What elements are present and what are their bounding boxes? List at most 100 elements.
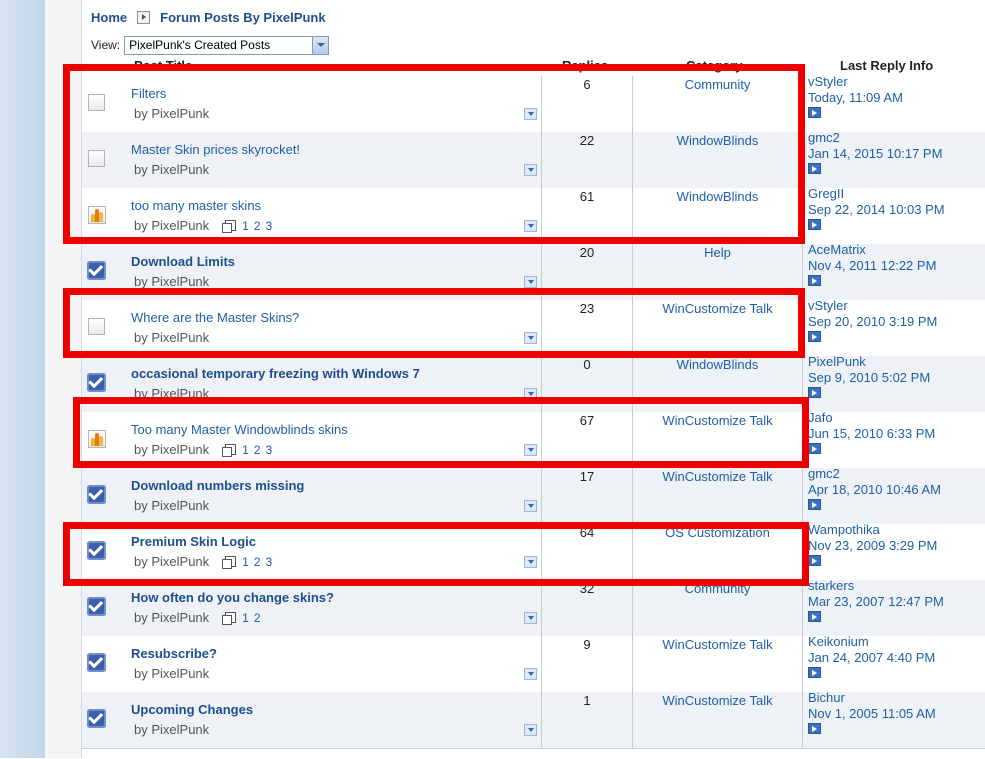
last-reply-user[interactable]: Jafo bbox=[808, 410, 833, 425]
last-reply-date: Today, 11:09 AM bbox=[808, 90, 903, 105]
goto-last-post-icon[interactable] bbox=[808, 219, 821, 230]
goto-last-post-icon[interactable] bbox=[808, 611, 821, 622]
preview-dropdown-icon[interactable] bbox=[524, 556, 537, 568]
post-author[interactable]: by PixelPunk bbox=[134, 610, 209, 625]
table-row: Premium Skin Logic by PixelPunk 1 2 3 64 OS Cu… bbox=[82, 522, 985, 580]
preview-dropdown-icon[interactable] bbox=[524, 500, 537, 512]
post-author[interactable]: by PixelPunk bbox=[134, 554, 209, 569]
preview-dropdown-icon[interactable] bbox=[524, 164, 537, 176]
page-link[interactable]: 1 bbox=[242, 443, 249, 457]
page-link[interactable]: 2 bbox=[254, 219, 261, 233]
goto-last-post-icon[interactable] bbox=[808, 499, 821, 510]
post-author[interactable]: by PixelPunk bbox=[134, 442, 209, 457]
category-link[interactable]: Community bbox=[685, 581, 751, 596]
last-reply-date: Apr 18, 2010 10:46 AM bbox=[808, 482, 941, 497]
post-title-link[interactable]: occasional temporary freezing with Windo… bbox=[131, 366, 420, 381]
post-author[interactable]: by PixelPunk bbox=[134, 106, 209, 121]
category-link[interactable]: OS Customization bbox=[665, 525, 770, 540]
preview-dropdown-icon[interactable] bbox=[524, 332, 537, 344]
page-link[interactable]: 3 bbox=[266, 219, 273, 233]
category-link[interactable]: WindowBlinds bbox=[677, 357, 759, 372]
post-title-link[interactable]: Resubscribe? bbox=[131, 646, 217, 661]
post-title-link[interactable]: Master Skin prices skyrocket! bbox=[131, 142, 300, 157]
goto-last-post-icon[interactable] bbox=[808, 107, 821, 118]
post-author[interactable]: by PixelPunk bbox=[134, 330, 209, 345]
last-reply-user[interactable]: Bichur bbox=[808, 690, 845, 705]
last-reply-user[interactable]: GregII bbox=[808, 186, 844, 201]
view-select[interactable]: PixelPunk's Created Posts bbox=[124, 35, 330, 55]
last-reply-user[interactable]: Keikonium bbox=[808, 634, 869, 649]
chevron-down-icon[interactable] bbox=[312, 36, 329, 54]
breadcrumb-home-link[interactable]: Home bbox=[91, 10, 127, 25]
goto-last-post-icon[interactable] bbox=[808, 387, 821, 398]
post-author[interactable]: by PixelPunk bbox=[134, 666, 209, 681]
post-author[interactable]: by PixelPunk bbox=[134, 722, 209, 737]
breadcrumb-current-link[interactable]: Forum Posts By PixelPunk bbox=[160, 10, 325, 25]
post-author[interactable]: by PixelPunk bbox=[134, 498, 209, 513]
page-link[interactable]: 1 bbox=[242, 219, 249, 233]
preview-dropdown-icon[interactable] bbox=[524, 612, 537, 624]
category-link[interactable]: WinCustomize Talk bbox=[662, 637, 772, 652]
post-title-link[interactable]: Premium Skin Logic bbox=[131, 534, 256, 549]
header-category[interactable]: Category bbox=[686, 58, 742, 73]
post-author[interactable]: by PixelPunk bbox=[134, 162, 209, 177]
page-link[interactable]: 2 bbox=[254, 443, 261, 457]
post-byline: by PixelPunk 1 2 3 bbox=[134, 442, 277, 457]
post-title-link[interactable]: Download Limits bbox=[131, 254, 235, 269]
category-link[interactable]: WinCustomize Talk bbox=[662, 693, 772, 708]
header-last-reply[interactable]: Last Reply Info bbox=[840, 58, 933, 73]
last-reply-user[interactable]: vStyler bbox=[808, 298, 848, 313]
preview-dropdown-icon[interactable] bbox=[524, 220, 537, 232]
last-reply-user[interactable]: vStyler bbox=[808, 74, 848, 89]
last-reply-user[interactable]: gmc2 bbox=[808, 466, 840, 481]
post-byline: by PixelPunk 1 2 3 bbox=[134, 218, 277, 233]
category-link[interactable]: WinCustomize Talk bbox=[662, 469, 772, 484]
post-title-link[interactable]: Download numbers missing bbox=[131, 478, 304, 493]
post-title-link[interactable]: Filters bbox=[131, 86, 166, 101]
last-reply-user[interactable]: AceMatrix bbox=[808, 242, 866, 257]
goto-last-post-icon[interactable] bbox=[808, 163, 821, 174]
preview-dropdown-icon[interactable] bbox=[524, 724, 537, 736]
post-byline: by PixelPunk bbox=[134, 162, 209, 177]
preview-dropdown-icon[interactable] bbox=[524, 108, 537, 120]
goto-last-post-icon[interactable] bbox=[808, 331, 821, 342]
post-author[interactable]: by PixelPunk bbox=[134, 274, 209, 289]
category-link[interactable]: WindowBlinds bbox=[677, 133, 759, 148]
post-author[interactable]: by PixelPunk bbox=[134, 386, 209, 401]
last-reply-user[interactable]: PixelPunk bbox=[808, 354, 866, 369]
post-title-link[interactable]: Too many Master Windowblinds skins bbox=[131, 422, 348, 437]
page-link[interactable]: 2 bbox=[254, 555, 261, 569]
page-link[interactable]: 1 bbox=[242, 611, 249, 625]
preview-dropdown-icon[interactable] bbox=[524, 276, 537, 288]
post-title-link[interactable]: How often do you change skins? bbox=[131, 590, 334, 605]
goto-last-post-icon[interactable] bbox=[808, 667, 821, 678]
goto-last-post-icon[interactable] bbox=[808, 555, 821, 566]
preview-dropdown-icon[interactable] bbox=[524, 388, 537, 400]
header-post-title[interactable]: Post Title bbox=[134, 58, 192, 73]
category-link[interactable]: WindowBlinds bbox=[677, 189, 759, 204]
goto-last-post-icon[interactable] bbox=[808, 275, 821, 286]
page-link[interactable]: 1 bbox=[242, 555, 249, 569]
preview-dropdown-icon[interactable] bbox=[524, 444, 537, 456]
page-link[interactable]: 3 bbox=[266, 555, 273, 569]
post-title-link[interactable]: Upcoming Changes bbox=[131, 702, 253, 717]
last-reply-user[interactable]: starkers bbox=[808, 578, 854, 593]
page-link[interactable]: 2 bbox=[254, 611, 261, 625]
preview-dropdown-icon[interactable] bbox=[524, 668, 537, 680]
pagination: 12 bbox=[222, 611, 265, 625]
category-link[interactable]: WinCustomize Talk bbox=[662, 301, 772, 316]
view-filter: View: PixelPunk's Created Posts bbox=[91, 35, 330, 55]
post-title-link[interactable]: too many master skins bbox=[131, 198, 261, 213]
pagination: 123 bbox=[222, 219, 277, 233]
header-replies[interactable]: Replies bbox=[562, 58, 608, 73]
last-reply-user[interactable]: gmc2 bbox=[808, 130, 840, 145]
post-title-link[interactable]: Where are the Master Skins? bbox=[131, 310, 299, 325]
goto-last-post-icon[interactable] bbox=[808, 443, 821, 454]
goto-last-post-icon[interactable] bbox=[808, 723, 821, 734]
last-reply-user[interactable]: Wampothika bbox=[808, 522, 880, 537]
category-link[interactable]: WinCustomize Talk bbox=[662, 413, 772, 428]
page-link[interactable]: 3 bbox=[266, 443, 273, 457]
category-link[interactable]: Community bbox=[685, 77, 751, 92]
category-link[interactable]: Help bbox=[704, 245, 731, 260]
post-author[interactable]: by PixelPunk bbox=[134, 218, 209, 233]
